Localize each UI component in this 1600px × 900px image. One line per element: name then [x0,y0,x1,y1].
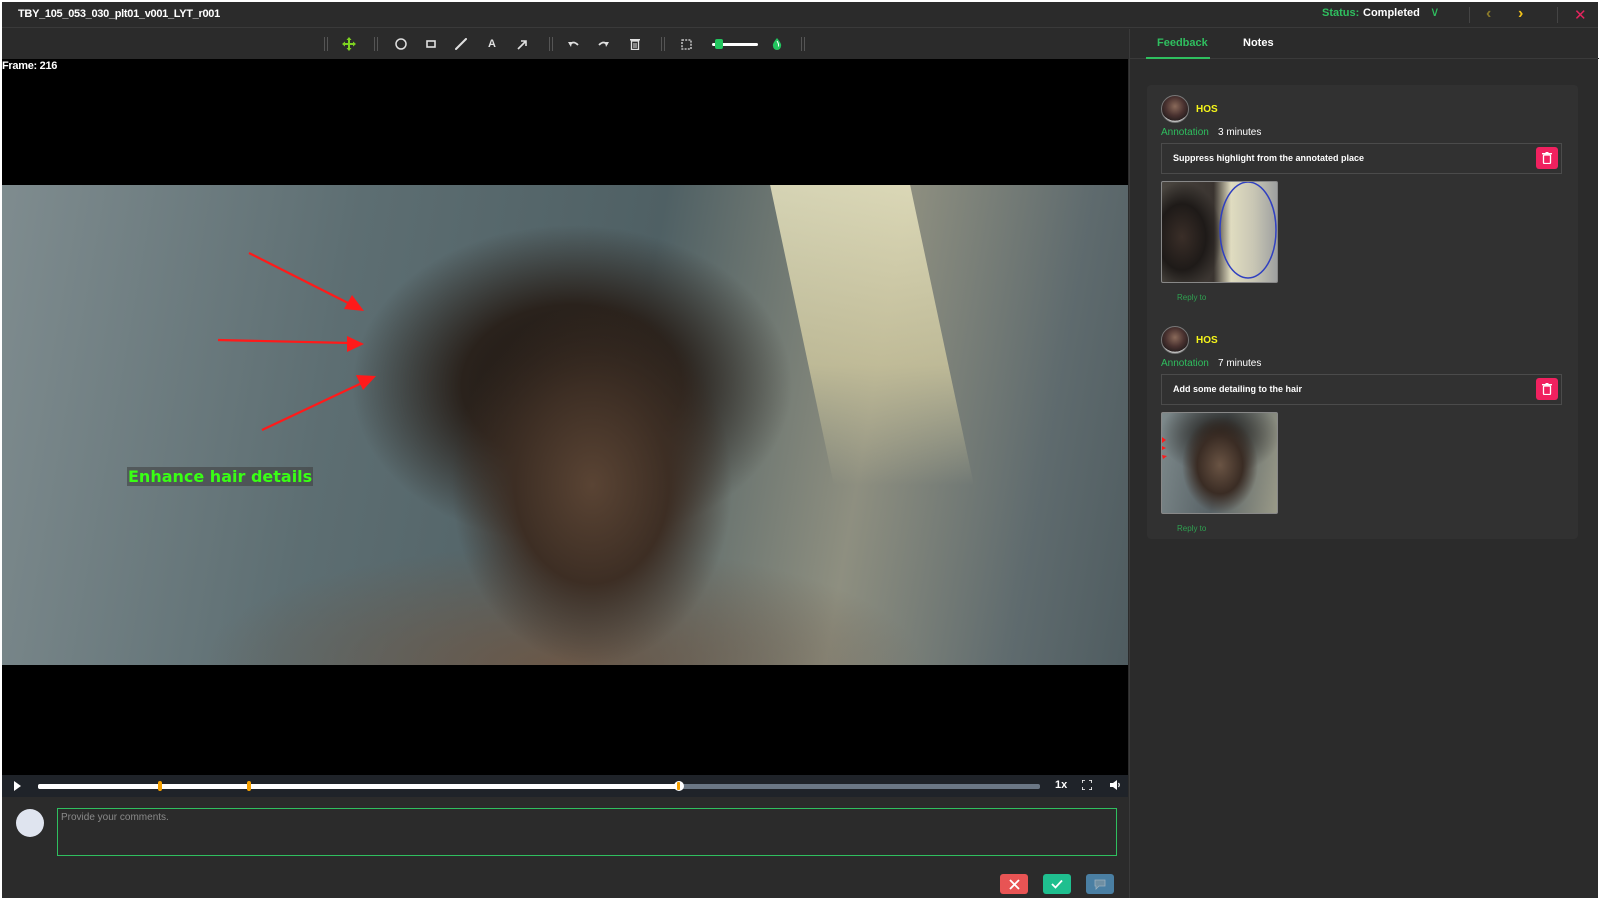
trash-icon [1542,152,1552,164]
check-icon [1051,879,1063,889]
play-button[interactable] [12,780,22,792]
text-tool-button[interactable]: A [483,35,501,53]
undo-button[interactable] [564,35,582,53]
move-tool-button[interactable] [340,35,358,53]
rectangle-icon [426,40,436,48]
annotation-layer [217,252,376,431]
close-icon [1008,878,1020,890]
reject-button[interactable] [1000,874,1028,894]
selection-tool-button[interactable] [677,35,695,53]
approve-button[interactable] [1043,874,1071,894]
fullscreen-icon [1082,780,1092,790]
entry-age: 7 minutes [1218,358,1262,369]
move-icon [342,37,356,51]
submit-comment-button[interactable] [1086,874,1114,894]
pencil-icon [455,38,467,50]
reply-link[interactable]: Reply to [1177,524,1206,533]
comment-input[interactable] [57,808,1117,856]
panel-tabs: Feedback Notes [1130,29,1599,59]
shot-title: TBY_105_053_030_plt01_v001_LYT_r001 [18,8,220,20]
volume-icon [1110,780,1120,790]
entry-type: Annotation [1161,358,1209,369]
delete-feedback-button[interactable] [1536,378,1558,400]
close-button[interactable]: ✕ [1574,6,1587,24]
annotation-ellipse [1219,182,1277,279]
status-value[interactable]: Completed [1363,7,1420,19]
toolbar-divider [661,37,665,51]
selection-icon [680,38,692,50]
toolbar-divider [549,37,553,51]
entry-age: 3 minutes [1218,127,1262,138]
entry-type: Annotation [1161,127,1209,138]
volume-button[interactable] [1110,779,1122,791]
arrow-tool-button[interactable] [513,35,531,53]
previous-shot-button[interactable]: ‹ [1486,5,1491,23]
color-picker-button[interactable] [768,35,786,53]
text-icon: A [488,38,496,50]
active-tab-indicator [1146,57,1210,59]
author-name: HOS [1196,335,1218,346]
annotation-marker[interactable] [158,781,163,791]
annotation-arrow[interactable] [261,375,376,431]
annotation-toolbar: A [2,29,1128,59]
playback-speed-button[interactable]: 1x [1055,779,1067,791]
annotation-arrow[interactable] [248,252,364,311]
reply-link[interactable]: Reply to [1177,293,1206,302]
undo-icon [568,41,579,47]
frame-counter: Frame: 216 [2,60,58,72]
annotation-marker[interactable] [247,781,252,791]
redo-button[interactable] [595,35,613,53]
annotation-thumbnail[interactable] [1161,412,1278,514]
timeline-progress [38,784,680,789]
tab-feedback[interactable]: Feedback [1157,37,1208,49]
feedback-message-text: Add some detailing to the hair [1173,384,1303,394]
comment-icon [1094,879,1106,890]
author-name: HOS [1196,104,1218,115]
annotation-thumbnail[interactable] [1161,181,1278,283]
playback-controls: 1x [2,775,1128,797]
redo-icon [598,41,609,47]
feedback-list: HOS Annotation 3 minutes Suppress highli… [1147,85,1578,539]
feedback-panel: Feedback Notes HOS Annotation 3 minutes … [1129,29,1599,898]
fullscreen-button[interactable] [1082,780,1092,790]
title-bar: TBY_105_053_030_plt01_v001_LYT_r001 Stat… [2,2,1598,28]
arrow-icon [516,39,527,50]
color-drop-icon [772,38,782,50]
circle-tool-button[interactable] [392,35,410,53]
toolbar-divider [324,37,328,51]
clear-annotations-button[interactable] [626,35,644,53]
video-viewer[interactable]: Frame: 216 Enhance hair details [2,59,1128,775]
trash-icon [1542,383,1552,395]
comment-composer [2,797,1128,898]
rectangle-tool-button[interactable] [422,35,440,53]
toolbar-divider [801,37,805,51]
annotation-arrow[interactable] [217,336,364,352]
annotation-text[interactable]: Enhance hair details [127,467,314,486]
pencil-tool-button[interactable] [452,35,470,53]
tab-notes[interactable]: Notes [1243,37,1274,49]
divider [1557,7,1558,23]
status-label: Status: [1322,7,1360,19]
trash-icon [630,39,640,50]
feedback-message: Suppress highlight from the annotated pl… [1161,143,1562,174]
divider [1469,7,1470,23]
brush-size-slider-thumb[interactable] [714,39,723,49]
next-shot-button[interactable]: › [1518,5,1523,23]
timeline-playhead[interactable] [674,781,685,791]
annotation-arrow-marks [1162,437,1167,459]
feedback-message-text: Suppress highlight from the annotated pl… [1173,153,1365,163]
delete-feedback-button[interactable] [1536,147,1558,169]
feedback-message: Add some detailing to the hair [1161,374,1562,405]
author-avatar [1161,95,1189,123]
status-dropdown-icon[interactable]: ∨ [1430,4,1440,20]
review-app: TBY_105_053_030_plt01_v001_LYT_r001 Stat… [2,2,1599,898]
play-icon [14,781,21,791]
author-avatar [1161,326,1189,354]
video-frame[interactable]: Enhance hair details [2,185,1128,665]
circle-icon [395,38,407,50]
current-user-avatar [16,809,44,837]
toolbar-divider [374,37,378,51]
